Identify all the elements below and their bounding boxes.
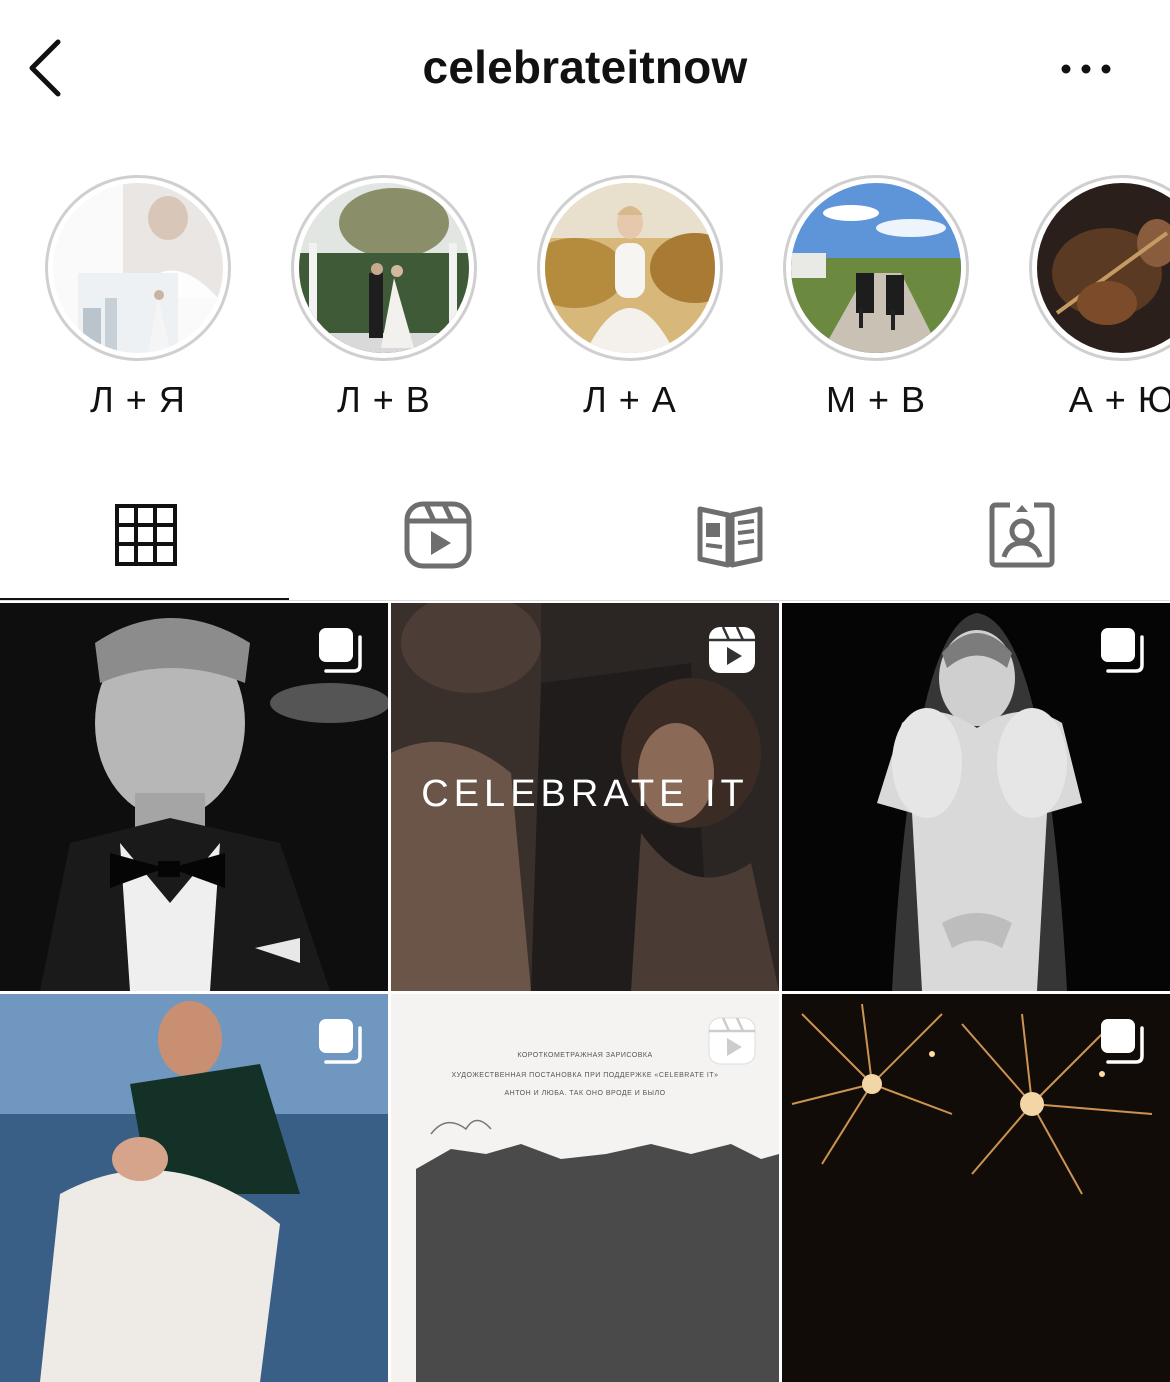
- highlight-item[interactable]: Л + Я: [38, 175, 238, 421]
- highlight-item[interactable]: Л + А: [530, 175, 730, 421]
- guides-icon: [697, 506, 763, 568]
- post-thumbnail[interactable]: [782, 994, 1170, 1382]
- highlight-cover: [53, 183, 223, 353]
- post-thumbnail[interactable]: [0, 994, 388, 1382]
- highlight-label: Л + В: [337, 379, 431, 420]
- post-thumbnail[interactable]: КОРОТКОМЕТРАЖНАЯ ЗАРИСОВКА ХУДОЖЕСТВЕННА…: [391, 994, 779, 1382]
- highlight-ring: [291, 175, 477, 361]
- post-overlay-title: CELEBRATE IT: [421, 773, 749, 815]
- highlight-cover: [299, 183, 469, 353]
- highlight-item[interactable]: М + В: [776, 175, 976, 421]
- tab-grid[interactable]: [0, 470, 292, 600]
- highlight-cover: [545, 183, 715, 353]
- highlight-ring: [45, 175, 231, 361]
- carousel-icon: [1101, 1019, 1144, 1064]
- highlight-cover: [791, 183, 961, 353]
- post-thumbnail[interactable]: CELEBRATE IT: [391, 603, 779, 991]
- highlight-item[interactable]: А + Ю: [1022, 175, 1170, 421]
- highlight-item[interactable]: Л + В: [284, 175, 484, 421]
- reels-icon: [404, 501, 472, 569]
- highlight-ring: [537, 175, 723, 361]
- tabs-divider: [0, 600, 1170, 601]
- post-doc-line: АНТОН И ЛЮБА. ТАК ОНО ВРОДЕ И БЫЛО: [504, 1090, 666, 1097]
- reel-icon: [708, 1017, 756, 1065]
- ellipsis-icon: [1061, 64, 1111, 74]
- tagged-icon: [989, 502, 1055, 568]
- tab-guides[interactable]: [584, 470, 876, 600]
- grid-icon: [115, 504, 177, 566]
- reel-icon: [709, 626, 755, 673]
- carousel-icon: [319, 1019, 362, 1064]
- profile-tabs: [0, 470, 1170, 602]
- carousel-icon: [319, 628, 362, 673]
- post-thumbnail[interactable]: [782, 603, 1170, 991]
- story-highlights: Л + Я Л + В Л + А М + В А + Ю: [0, 170, 1170, 430]
- more-options-button[interactable]: [1056, 52, 1116, 86]
- highlight-label: Л + Я: [90, 379, 186, 420]
- highlight-cover: [1037, 183, 1170, 353]
- highlight-ring: [783, 175, 969, 361]
- profile-header: celebrateitnow: [0, 0, 1170, 135]
- tab-reels[interactable]: [292, 470, 584, 600]
- highlight-ring: [1029, 175, 1170, 361]
- highlight-label: М + В: [825, 379, 927, 420]
- highlight-label: А + Ю: [1068, 379, 1170, 420]
- posts-grid: CELEBRATE IT КОРОТКОМЕТРАЖНАЯ ЗАРИСОВКА …: [0, 603, 1170, 1382]
- profile-username: celebrateitnow: [422, 41, 748, 93]
- tab-tagged[interactable]: [876, 470, 1168, 600]
- carousel-icon: [1101, 628, 1144, 673]
- highlight-label: Л + А: [583, 379, 677, 420]
- post-doc-line: ХУДОЖЕСТВЕННАЯ ПОСТАНОВКА ПРИ ПОДДЕРЖКЕ …: [451, 1072, 719, 1079]
- post-thumbnail[interactable]: [0, 603, 388, 991]
